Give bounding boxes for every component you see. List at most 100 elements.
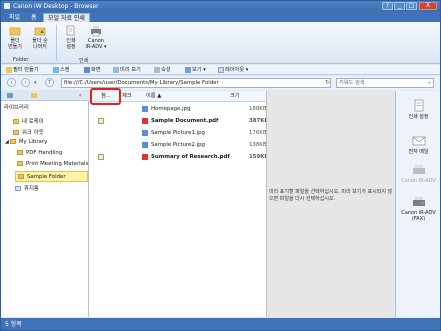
scan-button[interactable]: 스캔	[53, 66, 70, 74]
printer-icon	[91, 26, 101, 37]
image-file-icon	[142, 130, 148, 136]
print-settings-icon	[414, 99, 423, 112]
column-header-size[interactable]: 크기	[230, 91, 240, 101]
close-button[interactable]: X	[419, 2, 437, 10]
library-icon	[9, 139, 16, 144]
view-button[interactable]: 보기 ▾	[185, 66, 206, 74]
address-bar-row: ‹ › ▾ ↑ file:///C:/Users/user/Documents/…	[1, 76, 440, 90]
new-folder-button[interactable]: 폴더 만들기	[4, 25, 26, 50]
column-header-check[interactable]: 체크	[122, 91, 132, 101]
image-file-icon	[142, 142, 148, 148]
maximize-button[interactable]: □	[406, 2, 417, 10]
file-name: Sample Picture1.jpg	[151, 130, 205, 136]
file-size: 176KB	[249, 130, 267, 136]
collapse-pane-icon[interactable]: ‹	[79, 92, 81, 99]
column-header-row: 첨... 체크 이름 ▲ 크기	[89, 88, 266, 105]
preview-icon	[113, 67, 119, 73]
tree-item-my-location[interactable]: 내 로케이	[13, 117, 44, 125]
preview-button[interactable]: 미리 보기	[113, 66, 141, 74]
side-canon-fax-button[interactable]: Canon iR-ADV (FAX)	[398, 195, 439, 222]
scan-icon	[53, 67, 59, 73]
group-label-folder: Folder	[13, 57, 29, 63]
nav-pane-header: ‹	[1, 91, 89, 101]
pdf-file-icon	[142, 118, 148, 124]
tree-item-print-meeting[interactable]: Print Meeting Materials	[17, 161, 88, 167]
tab-home[interactable]: 홈	[27, 13, 41, 22]
folder-icon	[13, 130, 19, 135]
back-button[interactable]: ‹	[7, 78, 16, 87]
properties-icon	[154, 67, 160, 73]
tab-file[interactable]: 파일	[5, 13, 24, 22]
printer-icon	[412, 165, 425, 174]
email-icon	[412, 136, 425, 146]
folder-icon	[13, 119, 19, 124]
help-button[interactable]: ?	[382, 2, 393, 10]
file-size: 138KB	[249, 142, 267, 148]
status-bar: 5 항목	[1, 318, 440, 330]
print-settings-button[interactable]: 인쇄 설정	[60, 25, 82, 50]
screen-icon	[84, 67, 90, 73]
output-bar: 인쇄 설정 전자 메일 Canon iR-ADV Canon iR-ADV (F…	[395, 91, 440, 317]
app-logo-icon	[4, 3, 10, 9]
side-print-settings-button[interactable]: 인쇄 설정	[398, 99, 439, 120]
title-bar: Canon iW Desktop - Browser ? _ □ X	[1, 1, 440, 12]
folder-icon	[17, 150, 23, 155]
search-icon[interactable]: ⌕	[428, 79, 431, 87]
search-input[interactable]: 키워드 검색 ⌕	[336, 78, 434, 88]
properties-button[interactable]: 속성	[154, 66, 171, 74]
screen-button[interactable]: 화면	[84, 66, 101, 74]
navigation-pane: ‹ 라이브러리 내 로케이 워크 아웃 ◢ My Library PDF Hand…	[1, 91, 89, 317]
create-filter-button[interactable]: 필터 만들기	[6, 66, 39, 74]
layout-button[interactable]: 레이아웃 ▾	[218, 66, 248, 74]
highlight-box	[90, 88, 121, 105]
tab-print-materials[interactable]: 모일 자료 인쇄	[43, 13, 90, 22]
tree-item-sample-folder[interactable]: Sample Folder	[15, 171, 88, 182]
file-name: Sample Document.pdf	[151, 118, 219, 124]
command-toolbar: 필터 만들기 스캔 화면 미리 보기 속성 보기 ▾ 레이아웃 ▾	[1, 65, 440, 75]
history-dropdown-icon[interactable]: ▾	[34, 80, 37, 86]
table-row[interactable]: Summary of Research.pdf 159KB	[89, 152, 269, 162]
forward-button[interactable]: ›	[21, 78, 30, 87]
folder-order-button[interactable]: 폴더 순 나머지	[28, 25, 52, 50]
favorites-icon[interactable]	[31, 93, 37, 98]
file-name: Sample Picture2.jpg	[151, 142, 205, 148]
minimize-button[interactable]: _	[394, 2, 405, 10]
ribbon-tabs: 파일 홈 모일 자료 인쇄	[1, 12, 440, 22]
app-window: Canon iW Desktop - Browser ? _ □ X 파일 홈 …	[0, 0, 441, 331]
filter-icon	[6, 67, 12, 73]
folder-icon	[18, 174, 24, 179]
canon-printer-button[interactable]: Canon iR-ADV ▾	[84, 25, 108, 50]
image-file-icon	[142, 106, 148, 112]
ribbon: 폴더 만들기 폴더 순 나머지 인쇄 설정 Canon iR-ADV ▾ Fol…	[1, 22, 440, 64]
column-header-name[interactable]: 이름 ▲	[146, 91, 161, 101]
window-title: Canon iW Desktop - Browser	[13, 3, 99, 10]
annotation-icon	[98, 154, 104, 160]
up-folder-button[interactable]: ↑	[45, 78, 54, 87]
table-row[interactable]: Homepage.jpg 188KB	[89, 104, 267, 114]
table-row[interactable]: Sample Picture2.jpg 138KB	[89, 140, 267, 150]
folder-new-icon	[9, 27, 21, 36]
tree-item-pdf-handling[interactable]: PDF Handling	[17, 150, 62, 156]
expand-arrow-icon[interactable]: ◢	[5, 139, 9, 145]
side-canon-iradv-button[interactable]: Canon iR-ADV	[398, 163, 439, 184]
status-text: 5 항목	[5, 321, 22, 328]
tree-item-trash[interactable]: 휴지통	[15, 184, 39, 192]
file-size: 188KB	[249, 106, 267, 112]
table-row[interactable]: Sample Document.pdf 387KB	[89, 116, 269, 126]
print-settings-icon	[66, 25, 75, 36]
tree-item-my-library[interactable]: ◢ My Library	[5, 139, 47, 145]
file-list: 첨... 체크 이름 ▲ 크기 Homepage.jpg 188KB Sample …	[89, 88, 269, 317]
side-email-button[interactable]: 전자 메일	[398, 134, 439, 155]
annotation-icon	[98, 118, 104, 124]
refresh-icon[interactable]: ↻	[325, 79, 330, 86]
library-label: 라이브러리	[4, 105, 29, 111]
preview-message: 미리 표기할 파일을 선택하십시오. 미리 보기가 표시되지 않으면 파일을 다…	[269, 189, 393, 202]
folder-sort-icon	[34, 27, 46, 36]
tree-item-work-out[interactable]: 워크 아웃	[13, 128, 44, 136]
nav-toggle-icon[interactable]	[7, 93, 13, 98]
pdf-file-icon	[142, 154, 148, 160]
folder-icon	[17, 161, 23, 166]
layout-icon	[218, 67, 224, 73]
table-row[interactable]: Sample Picture1.jpg 176KB	[89, 128, 267, 138]
address-input[interactable]: file:///C:/Users/user/Documents/My Libra…	[61, 78, 331, 88]
